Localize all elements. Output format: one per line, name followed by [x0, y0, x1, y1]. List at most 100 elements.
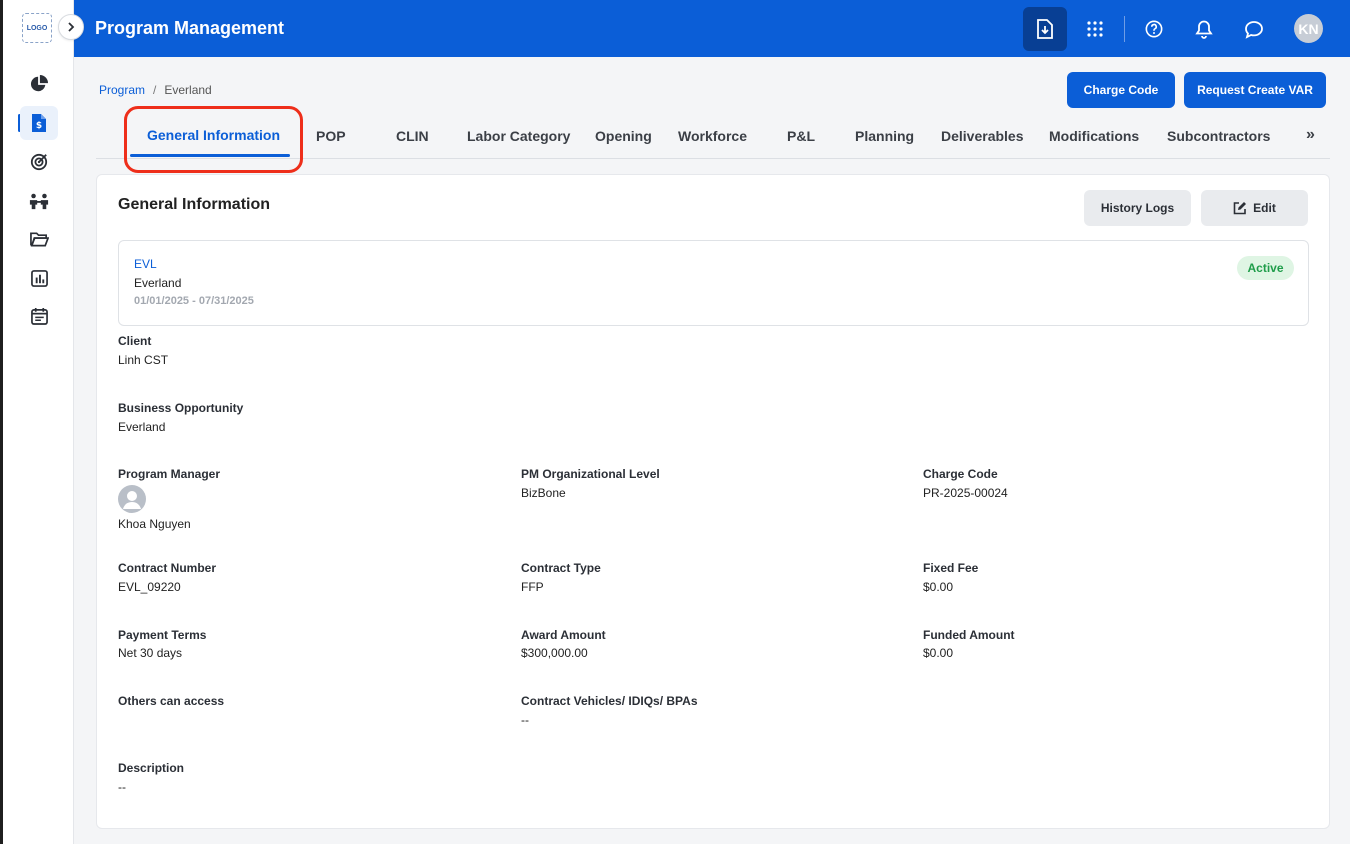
- field-value: BizBone: [521, 486, 566, 500]
- edit-button-label: Edit: [1253, 201, 1276, 215]
- svg-text:$: $: [36, 121, 42, 131]
- field-label: Contract Type: [521, 561, 601, 575]
- field-value: --: [118, 780, 126, 794]
- tab-deliverables[interactable]: Deliverables: [941, 128, 1024, 144]
- field-label: Business Opportunity: [118, 401, 244, 415]
- field-value: FFP: [521, 580, 544, 594]
- sidebar-item-calendar[interactable]: [20, 299, 58, 333]
- tab-pop[interactable]: POP: [316, 128, 346, 144]
- field-value: PR-2025-00024: [923, 486, 1008, 500]
- field-contract-vehicles: Contract Vehicles/ IDIQs/ BPAs --: [521, 694, 698, 727]
- field-others-can-access: Others can access: [118, 694, 224, 713]
- charge-code-button[interactable]: Charge Code: [1067, 72, 1175, 108]
- field-value: Everland: [118, 420, 166, 434]
- field-label: Others can access: [118, 694, 225, 708]
- field-label: Fixed Fee: [923, 561, 979, 575]
- download-document-icon: [1037, 19, 1053, 39]
- tab-opening[interactable]: Opening: [595, 128, 652, 144]
- edit-button[interactable]: Edit: [1201, 190, 1308, 226]
- field-label: Funded Amount: [923, 628, 1015, 642]
- download-button[interactable]: [1023, 7, 1067, 51]
- field-client: Client Linh CST: [118, 334, 168, 367]
- tab-clin[interactable]: CLIN: [396, 128, 429, 144]
- program-summary: EVL Everland 01/01/2025 - 07/31/2025 Act…: [118, 240, 1309, 326]
- tab-pl[interactable]: P&L: [787, 128, 815, 144]
- apps-button[interactable]: [1073, 7, 1117, 51]
- field-payment-terms: Payment Terms Net 30 days: [118, 628, 206, 660]
- tabs-more-button[interactable]: »: [1306, 126, 1315, 144]
- people-icon: [29, 193, 49, 210]
- field-label: Charge Code: [923, 467, 998, 481]
- chat-button[interactable]: [1232, 7, 1276, 51]
- program-code[interactable]: EVL: [134, 257, 157, 271]
- field-label: Description: [118, 761, 185, 775]
- tab-labor-category[interactable]: Labor Category: [467, 128, 570, 144]
- field-program-manager: Program Manager Khoa Nguyen: [118, 467, 220, 531]
- bar-chart-icon: [30, 269, 48, 287]
- header-divider: [1124, 16, 1125, 42]
- field-label: Contract Number: [118, 561, 217, 575]
- field-value: Linh CST: [118, 353, 169, 367]
- tab-subcontractors[interactable]: Subcontractors: [1167, 128, 1270, 144]
- sidebar: LOGO $: [3, 0, 74, 844]
- field-label: PM Organizational Level: [521, 467, 660, 481]
- field-value: EVL_09220: [118, 580, 181, 594]
- field-award-amount: Award Amount $300,000.00: [521, 628, 606, 660]
- apps-grid-icon: [1087, 21, 1103, 37]
- status-badge: Active: [1237, 256, 1294, 280]
- field-label: Payment Terms: [118, 628, 207, 642]
- field-value: Khoa Nguyen: [118, 517, 191, 531]
- field-label: Contract Vehicles/ IDIQs/ BPAs: [521, 694, 698, 708]
- field-pm-org-level: PM Organizational Level BizBone: [521, 467, 660, 500]
- sidebar-item-programs[interactable]: $: [20, 106, 58, 140]
- field-label: Award Amount: [521, 628, 606, 642]
- app-title: Program Management: [95, 18, 285, 38]
- history-logs-button[interactable]: History Logs: [1084, 190, 1191, 226]
- bell-icon: [1195, 20, 1213, 39]
- highlight-annotation: [124, 106, 303, 173]
- sidebar-item-dashboard[interactable]: [20, 67, 58, 101]
- sidebar-item-reports[interactable]: [20, 261, 58, 295]
- program-dates: 01/01/2025 - 07/31/2025: [134, 295, 254, 307]
- field-business-opportunity: Business Opportunity Everland: [118, 401, 243, 434]
- field-value: $300,000.00: [521, 646, 588, 660]
- field-value: $0.00: [923, 646, 954, 660]
- field-contract-type: Contract Type FFP: [521, 561, 601, 594]
- dollar-document-icon: $: [32, 114, 46, 132]
- avatar: [118, 485, 146, 513]
- edit-icon: [1233, 202, 1247, 215]
- field-description: Description --: [118, 761, 184, 794]
- chevron-right-icon: [68, 22, 75, 32]
- help-button[interactable]: [1132, 7, 1176, 51]
- field-funded-amount: Funded Amount $0.00: [923, 628, 1015, 660]
- user-avatar[interactable]: KN: [1294, 14, 1323, 43]
- program-name: Everland: [134, 276, 182, 290]
- chat-icon: [1245, 20, 1263, 39]
- field-value: --: [521, 713, 529, 727]
- breadcrumb: Program / Everland: [99, 83, 212, 97]
- sidebar-expand-button[interactable]: [58, 14, 84, 40]
- breadcrumb-program-link[interactable]: Program: [99, 83, 145, 97]
- folder-open-icon: [29, 232, 49, 247]
- general-information-card: General Information History Logs Edit EV…: [96, 174, 1330, 829]
- sidebar-item-people[interactable]: [20, 184, 58, 218]
- sidebar-item-files[interactable]: [20, 222, 58, 256]
- help-icon: [1145, 20, 1163, 38]
- field-value: Net 30 days: [118, 646, 183, 660]
- top-header: Program Management KN: [74, 0, 1350, 57]
- request-create-var-button[interactable]: Request Create VAR: [1184, 72, 1326, 108]
- field-label: Program Manager: [118, 467, 221, 481]
- tab-workforce[interactable]: Workforce: [678, 128, 747, 144]
- field-contract-number: Contract Number EVL_09220: [118, 561, 216, 594]
- notifications-button[interactable]: [1182, 7, 1226, 51]
- breadcrumb-current: Everland: [164, 83, 212, 97]
- pie-chart-icon: [30, 75, 48, 92]
- target-icon: [30, 153, 48, 171]
- breadcrumb-separator: /: [153, 83, 157, 97]
- logo: LOGO: [22, 13, 52, 43]
- field-fixed-fee: Fixed Fee $0.00: [923, 561, 978, 594]
- tab-modifications[interactable]: Modifications: [1049, 128, 1139, 144]
- tab-planning[interactable]: Planning: [855, 128, 914, 144]
- sidebar-item-goals[interactable]: [20, 145, 58, 179]
- field-charge-code: Charge Code PR-2025-00024: [923, 467, 1008, 500]
